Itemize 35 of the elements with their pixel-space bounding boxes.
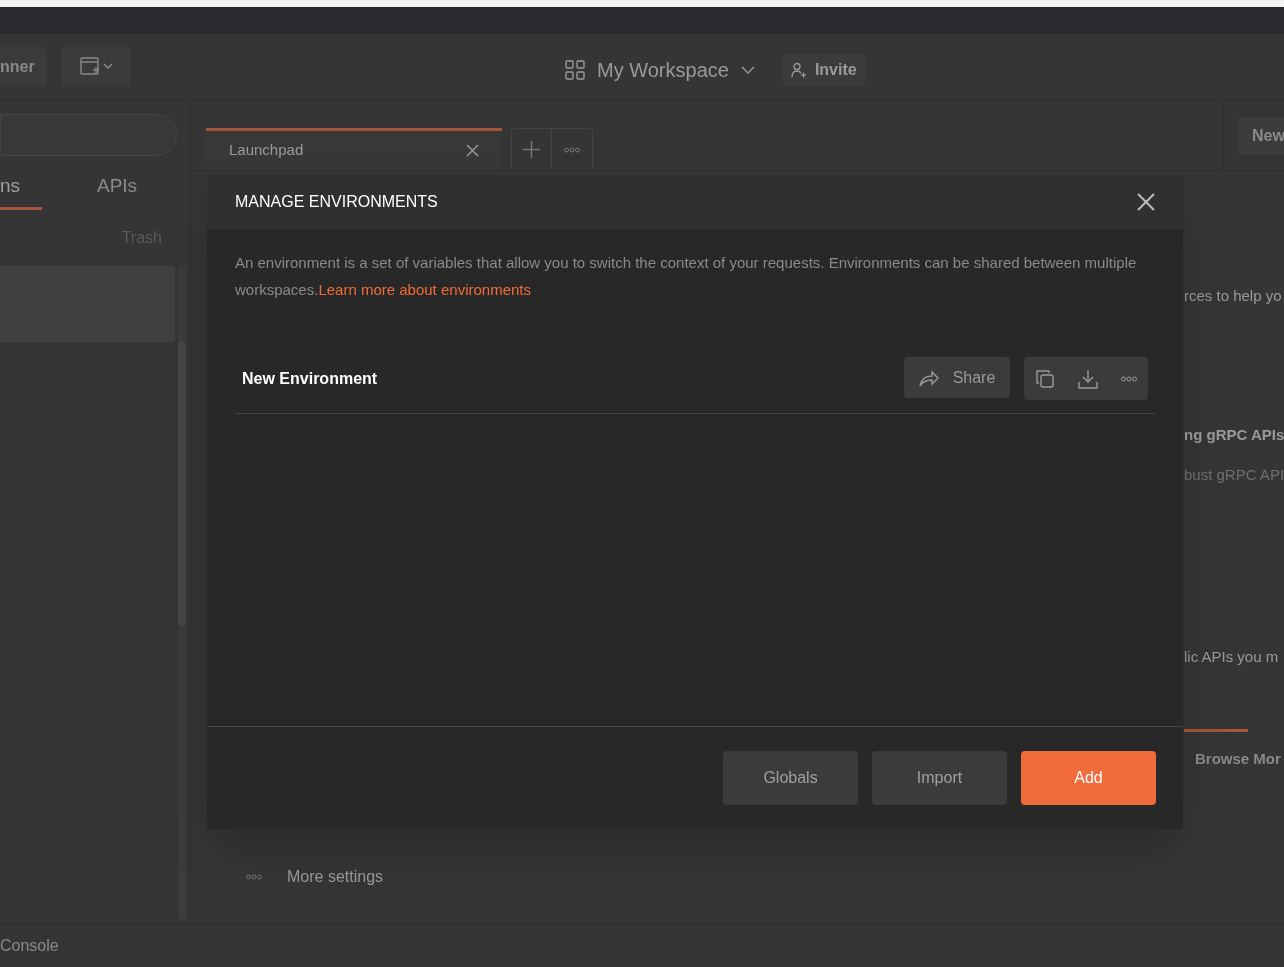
more-icon bbox=[564, 146, 580, 153]
learn-more-link[interactable]: Learn more about environments bbox=[318, 281, 531, 298]
share-button[interactable]: Share bbox=[904, 357, 1010, 398]
browse-more-link[interactable]: Browse Mor bbox=[1184, 748, 1284, 771]
plus-icon bbox=[523, 141, 540, 158]
sidebar-tab[interactable]: ns bbox=[0, 172, 42, 210]
launchpad-text: rces to help yo bbox=[1184, 287, 1282, 304]
runner-button[interactable]: nner bbox=[0, 47, 47, 87]
new-window-button[interactable] bbox=[61, 47, 131, 87]
copy-icon[interactable] bbox=[1035, 368, 1056, 389]
new-button[interactable]: New bbox=[1238, 116, 1284, 155]
console-link[interactable]: Console bbox=[0, 934, 59, 958]
more-icon bbox=[1120, 375, 1137, 382]
workspace-dropdown[interactable]: My Workspace bbox=[565, 55, 755, 85]
dialog-button[interactable]: Import bbox=[872, 751, 1007, 805]
grid-icon bbox=[565, 60, 585, 80]
download-icon[interactable] bbox=[1078, 368, 1098, 389]
environment-name[interactable]: New Environment bbox=[242, 366, 378, 391]
dialog-button[interactable]: Add bbox=[1021, 751, 1156, 805]
invite-button[interactable]: Invite bbox=[782, 54, 865, 86]
person-plus-icon bbox=[790, 62, 807, 78]
close-icon[interactable] bbox=[466, 144, 479, 157]
dialog-title: MANAGE ENVIRONMENTS bbox=[235, 192, 438, 212]
launchpad-text: bust gRPC API bbox=[1184, 466, 1284, 483]
more-settings-link[interactable]: More settings bbox=[287, 865, 384, 889]
share-arrow-icon bbox=[918, 368, 939, 387]
more-icon bbox=[246, 874, 262, 880]
window-plus-icon bbox=[79, 56, 113, 78]
close-icon[interactable] bbox=[1137, 193, 1155, 211]
sidebar-tab[interactable]: APIs bbox=[97, 172, 138, 210]
chevron-down-icon bbox=[740, 66, 755, 74]
launchpad-text: ng gRPC APIs bbox=[1184, 426, 1284, 443]
dialog-button[interactable]: Globals bbox=[723, 751, 858, 805]
launchpad-text: lic APIs you m bbox=[1184, 648, 1279, 665]
dialog-description: An environment is a set of variables that allow you to switch the context of your requests. Environments can be shared between multiple workspaces.Learn more about environments bbox=[235, 253, 1138, 300]
